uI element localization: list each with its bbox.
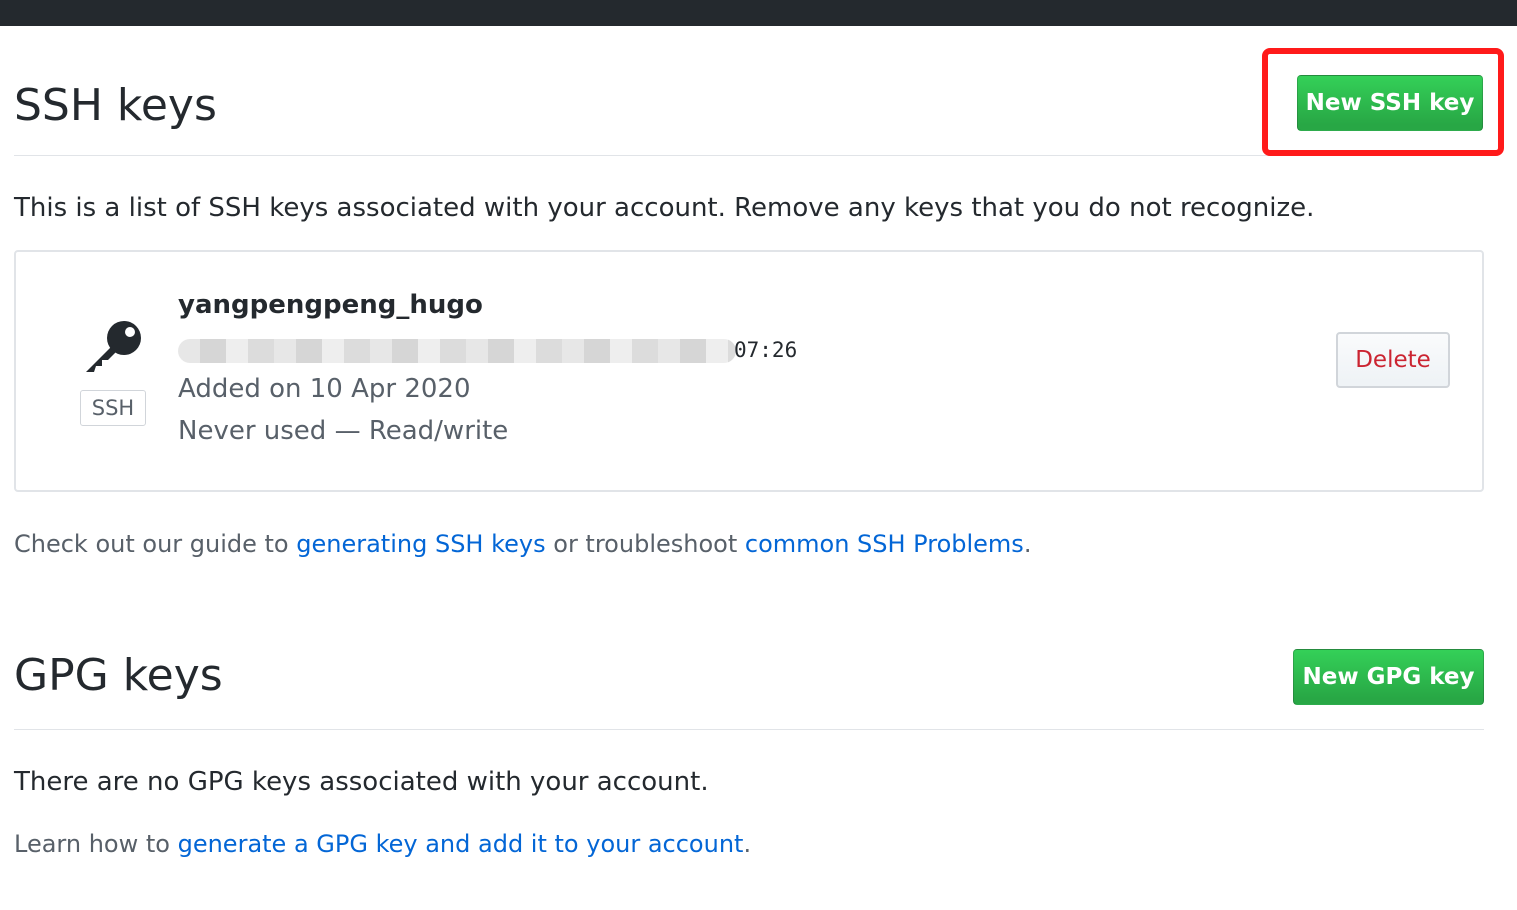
generating-ssh-keys-link[interactable]: generating SSH keys	[296, 530, 545, 558]
guide-middle: or troubleshoot	[545, 530, 745, 558]
generate-gpg-key-link[interactable]: generate a GPG key and add it to your ac…	[178, 830, 744, 858]
delete-key-button[interactable]: Delete	[1336, 332, 1450, 388]
ssh-description: This is a list of SSH keys associated wi…	[14, 193, 1315, 223]
guide-suffix: .	[1023, 530, 1032, 558]
key-fingerprint-redacted	[178, 339, 736, 363]
ssh-key-item	[14, 250, 1484, 492]
key-fingerprint-tail: 07:26	[734, 338, 798, 362]
gpg-learn-note: Learn how to generate a GPG key and add …	[14, 830, 751, 858]
ssh-section-title: SSH keys	[14, 80, 217, 131]
key-icon	[86, 321, 141, 372]
ssh-guide-note: Check out our guide to generating SSH ke…	[14, 530, 1031, 558]
gpg-section-title: GPG keys	[14, 650, 223, 701]
gpg-section-header: GPG keys	[14, 640, 1484, 730]
new-ssh-key-button[interactable]: New SSH key	[1297, 75, 1483, 131]
guide-prefix: Check out our guide to	[14, 530, 297, 558]
learn-prefix: Learn how to	[14, 830, 178, 858]
new-gpg-key-button[interactable]: New GPG key	[1293, 649, 1484, 705]
common-ssh-problems-link[interactable]: common SSH Problems	[745, 530, 1024, 558]
key-title: yangpengpeng_hugo	[178, 290, 483, 320]
gpg-empty-message: There are no GPG keys associated with yo…	[14, 767, 709, 797]
key-usage: Never used — Read/write	[178, 416, 509, 446]
key-added-date: Added on 10 Apr 2020	[178, 374, 471, 404]
learn-suffix: .	[743, 830, 752, 858]
key-type-label: SSH	[80, 390, 146, 426]
ssh-section-header: SSH keys	[14, 60, 1484, 156]
top-navigation-bar	[0, 0, 1517, 26]
